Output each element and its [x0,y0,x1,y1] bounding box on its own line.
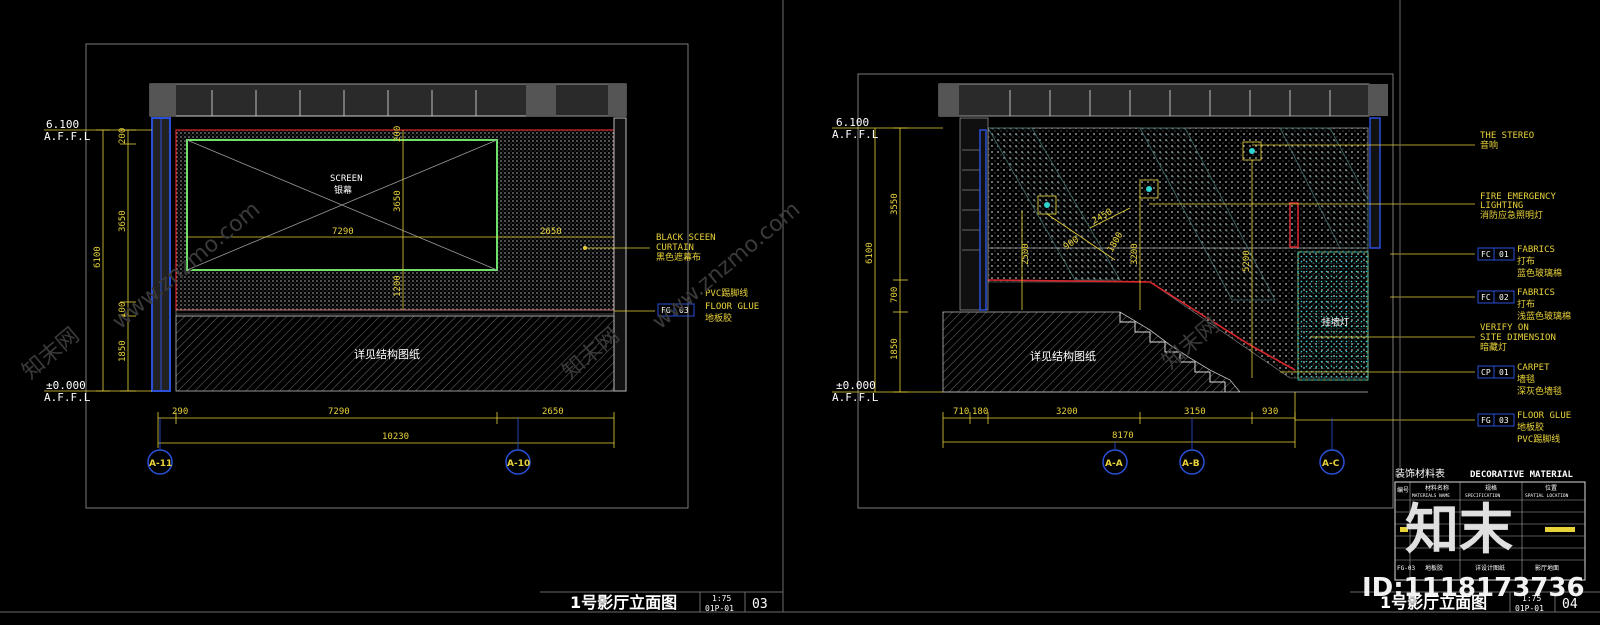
material-title-en: DECORATIVE MATERIAL [1470,470,1574,480]
col-loc-cn: 位置 [1545,484,1557,492]
dim-b-3200: 3200 [1056,407,1078,417]
col-loc-en: SPATIAL LOCATION [1525,493,1569,499]
dim-b-290: 290 [172,407,188,417]
dim-v-3650: 3650 [118,210,128,232]
material-table: 装饰材料表 DECORATIVE MATERIAL 编号 材料名称 MATERI… [1394,0,1586,581]
fc1-num: 01 [1499,250,1509,259]
callout-verify-en2: SITE DIMENSION [1480,333,1556,343]
left-elevation: SCREEN 银幕 7290 2650 3650 1200 200 详见结构图纸… [44,43,783,613]
grid-a10: A-10 [507,459,530,469]
callout-verify-en1: VERIFY ON [1480,323,1529,333]
dim-b-total-right: 8170 [1112,431,1134,441]
right-code: 01P-01 [1515,604,1544,613]
right-level-top-affl: A.F.F.L [832,128,879,141]
left-code: 01P-01 [705,604,734,613]
callout-fc2-cn2: 浅蓝色玻璃棉 [1517,310,1571,322]
fc2-tag: FC [1481,293,1491,302]
dim-screen-width: 7290 [332,227,354,237]
watermark-brand-1: 知末网 [18,323,85,385]
callout-fc1-en: FABRICS [1517,245,1555,255]
dim-b-7290: 7290 [328,407,350,417]
callout-curtain-en2: CURTAIN [656,243,694,253]
grid-ac: A-C [1322,459,1340,469]
grid-aa: A-A [1105,459,1123,469]
screen-label-cn: 银幕 [334,184,352,196]
dim-v-6100: 6100 [93,246,103,268]
watermark-id: ID:1118173736 [1362,573,1585,603]
dim-b-180: 180 [972,407,988,417]
fg-tag: FG [1481,416,1491,425]
dim-b-930: 930 [1262,407,1278,417]
row-loc: 影厅地面 [1535,564,1559,572]
dim-top-200: 200 [393,126,403,142]
callout-fire-cn: 消防应急照明灯 [1480,209,1543,221]
cp-tag: CP [1481,368,1491,377]
callout-fc2-en: FABRICS [1517,288,1555,298]
dim-v-3550: 3550 [890,193,900,215]
left-scale: 1:75 [712,594,731,603]
callout-fc1-cn2: 蓝色玻璃棉 [1517,267,1562,279]
dim-b-3150: 3150 [1184,407,1206,417]
cad-drawing-canvas: SCREEN 银幕 7290 2650 3650 1200 200 详见结构图纸… [0,0,1600,613]
dim-i-2500: 2500 [1021,243,1031,265]
dim-v-6100-right: 6100 [865,242,875,264]
left-sheet-title: 1号影厅立面图 [570,593,677,612]
callout-curtain-en1: BLACK SCEEN [656,233,716,243]
col-name-cn: 材料名称 [1425,484,1449,492]
callout-cp-cn2: 深灰色墙毯 [1517,385,1562,397]
cp-num: 01 [1499,368,1509,377]
row-code: FG-03 [1397,565,1415,572]
fabric-panel-cyan [1297,251,1369,381]
callout-curtain-cn: 黑色遮幕布 [656,251,701,263]
fc1-tag: FC [1481,250,1491,259]
right-level-bottom-affl: A.F.F.L [832,391,879,404]
dim-i-3200: 3200 [1130,243,1140,265]
left-sheet-no: 03 [752,597,768,612]
callout-stereo-en: THE STEREO [1480,131,1534,141]
callout-cp-cn1: 墙毯 [1517,373,1535,385]
fg-num: 03 [1499,416,1509,425]
callout-verify-cn: 暗藏灯 [1480,341,1507,353]
dim-v-700: 700 [890,287,900,303]
dim-screen-bottom: 1200 [393,275,403,297]
grid-a11: A-11 [149,459,172,469]
callout-fire-en2: LIGHTING [1480,201,1523,211]
col-spec-cn: 规格 [1485,484,1497,492]
hidden-light-note: 挂墙灯 [1322,316,1349,328]
callout-fg-en: FLOOR GLUE [1517,411,1571,421]
material-title-cn: 装饰材料表 [1395,467,1445,480]
callout-fc1-cn1: 打布 [1517,255,1535,267]
dim-v-1850-right: 1850 [890,338,900,360]
dim-b-710: 710 [953,407,969,417]
fc2-num: 02 [1499,293,1509,302]
dim-b-total: 10230 [382,432,409,442]
dim-screen-height: 3650 [393,190,403,212]
watermark-logo: 知末 [1405,498,1513,561]
structure-note: 详见结构图纸 [354,347,420,361]
callout-stereo-cn: 音响 [1480,139,1498,151]
col-code-cn: 编号 [1397,486,1409,494]
dim-wall-offset: 2650 [540,227,562,237]
dim-b-2650: 2650 [542,407,564,417]
level-bottom-affl: A.F.F.L [44,391,91,404]
level-top-affl: A.F.F.L [44,130,91,143]
callout-fg-cn2: PVC踢脚线 [1517,433,1560,445]
row-spec: 详设计图纸 [1475,564,1505,572]
callout-fc2-cn1: 打布 [1517,298,1535,310]
screen-label-en: SCREEN [330,174,363,184]
callout-floor-cn: 地板胶 [705,312,732,324]
callout-floor-en: FLOOR GLUE [705,302,759,312]
row-name: 地板胶 [1425,564,1443,572]
right-structure-note: 详见结构图纸 [1030,349,1096,363]
grid-ab: A-B [1182,459,1200,469]
callout-cp-en: CARPET [1517,363,1550,373]
dim-i-5200: 5200 [1242,250,1252,272]
callout-fg-cn1: 地板胶 [1517,421,1544,433]
dim-v-1850: 1850 [118,340,128,362]
